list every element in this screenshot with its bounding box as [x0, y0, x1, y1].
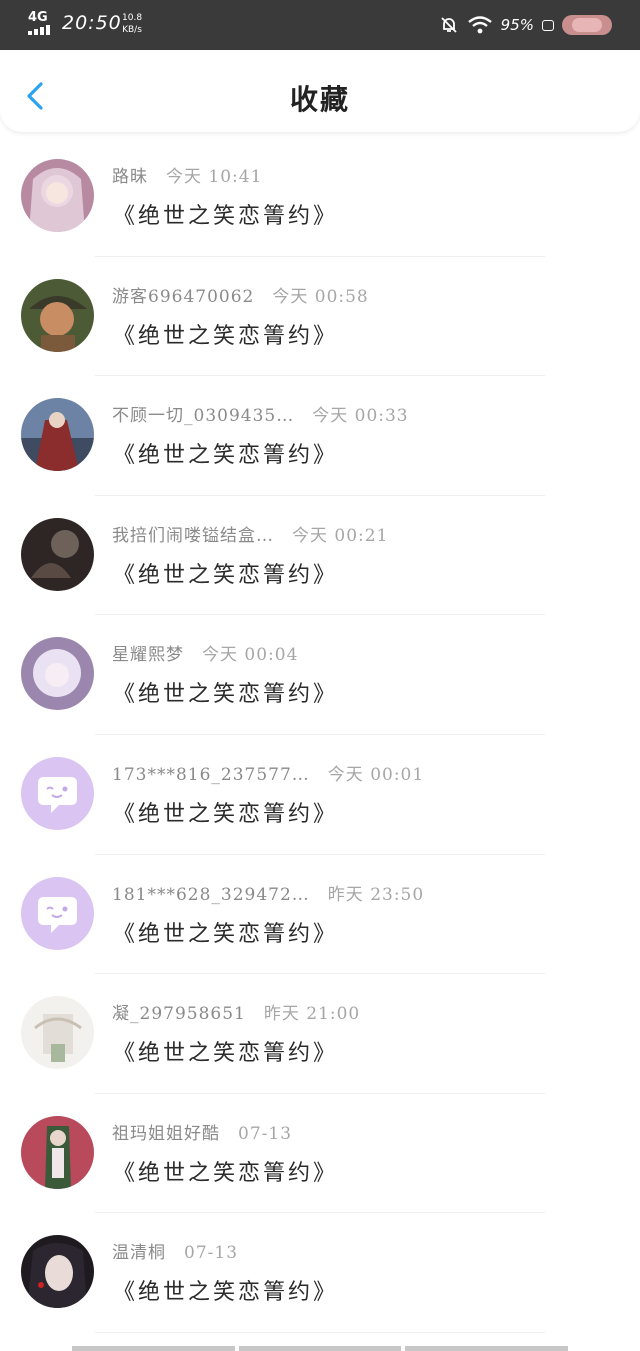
user-name: 温清桐: [112, 1243, 166, 1264]
list-item[interactable]: 祖玛姐姐好酷 07-13 《绝世之笑恋箐约》: [0, 1094, 640, 1214]
user-name: 181***628_329472…: [112, 884, 310, 905]
avatar[interactable]: [21, 517, 94, 591]
list-item[interactable]: 凝_297958651 昨天 21:00 《绝世之笑恋箐约》: [0, 974, 640, 1094]
timestamp: 昨天 23:50: [327, 884, 425, 905]
list-item[interactable]: 温清桐 07-13 《绝世之笑恋箐约》: [0, 1213, 640, 1333]
timestamp: 昨天 21:00: [263, 1004, 361, 1025]
avatar[interactable]: [21, 398, 94, 472]
timestamp: 今天 00:01: [327, 764, 425, 785]
item-meta: 祖玛姐姐好酷 07-13: [112, 1119, 292, 1144]
favorite-title: 《绝世之笑恋箐约》: [113, 204, 339, 229]
item-meta: 凝_297958651 昨天 21:00: [112, 999, 360, 1024]
chat-bubble-default-avatar[interactable]: [21, 876, 94, 950]
user-name: 游客696470062: [112, 286, 255, 307]
favorite-title: 《绝世之笑恋箐约》: [113, 1280, 339, 1306]
timestamp: 今天 10:41: [166, 167, 263, 187]
page-title: 收藏: [289, 83, 350, 116]
timestamp: 07-13: [184, 1243, 239, 1264]
favorite-title: 《绝世之笑恋箐约》: [113, 682, 339, 708]
avatar[interactable]: [21, 1115, 94, 1189]
avatar[interactable]: [21, 996, 94, 1070]
tab-strip-segment: [72, 1346, 235, 1351]
favorite-title: 《绝世之笑恋箐约》: [113, 443, 339, 469]
list-item[interactable]: 173***816_237577… 今天 00:01 《绝世之笑恋箐约》: [0, 735, 640, 855]
user-name: 173***816_237577…: [112, 764, 310, 785]
favorite-title: 《绝世之笑恋箐约》: [113, 1160, 339, 1186]
favorite-title: 《绝世之笑恋箐约》: [113, 921, 339, 947]
status-bar: 4G 20:50 10.8 KB/s 95%: [0, 0, 640, 50]
chat-bubble-default-avatar[interactable]: [21, 756, 94, 830]
signal-icon: [28, 25, 52, 35]
timestamp: 今天 00:04: [202, 645, 299, 666]
list-item[interactable]: 游客696470062 今天 00:58 《绝世之笑恋箐约》: [0, 257, 640, 377]
user-name: 凝_297958651: [112, 1004, 246, 1025]
network-speed-unit: KB/s: [122, 25, 142, 35]
user-name: 祖玛姐姐好酷: [112, 1123, 220, 1144]
item-meta: 173***816_237577… 今天 00:01: [112, 760, 424, 785]
list-item[interactable]: 181***628_329472… 昨天 23:50 《绝世之笑恋箐约》: [0, 855, 640, 975]
favorite-title: 《绝世之笑恋箐约》: [113, 801, 339, 827]
tab-strip-segment: [405, 1346, 569, 1351]
favorite-title: 《绝世之笑恋箐约》: [113, 323, 339, 349]
list-item[interactable]: 我掊们闹喽镒结盒… 今天 00:21 《绝世之笑恋箐约》: [0, 496, 640, 616]
favorite-title: 《绝世之笑恋箐约》: [113, 562, 339, 588]
list-item[interactable]: 不顾一切_0309435… 今天 00:33 《绝世之笑恋箐约》: [0, 376, 640, 496]
list-item[interactable]: 路昧 今天 10:41 《绝世之笑恋箐约》: [0, 137, 640, 257]
item-meta: 温清桐 07-13: [112, 1238, 238, 1263]
user-name: 路昧: [112, 167, 148, 187]
divider: [95, 1331, 545, 1333]
item-meta: 我掊们闹喽镒结盒… 今天 00:21: [112, 521, 388, 546]
nav-header: 收藏: [0, 50, 640, 132]
timestamp: 今天 00:58: [272, 286, 369, 307]
user-name: 不顾一切_0309435…: [112, 406, 295, 427]
mute-bell-icon: [441, 17, 457, 33]
user-name: 星耀熙梦: [112, 645, 184, 666]
cat-icon: [542, 19, 554, 31]
item-meta: 不顾一切_0309435… 今天 00:33: [112, 401, 409, 426]
tab-strip-segment: [238, 1346, 402, 1351]
avatar[interactable]: [21, 159, 94, 232]
timestamp: 今天 00:33: [312, 406, 409, 427]
favorite-title: 《绝世之笑恋箐约》: [113, 1041, 339, 1067]
bottom-tab-strip: [72, 1346, 569, 1351]
battery-icon: [562, 15, 612, 35]
status-right-group: 95%: [439, 12, 612, 38]
network-speed-value: 10.8: [122, 13, 143, 23]
favorites-list: 路昧 今天 10:41 《绝世之笑恋箐约》 游客696470062 今天 00:58…: [0, 137, 640, 1333]
network-type: 4G: [28, 10, 48, 25]
item-meta: 星耀熙梦 今天 00:04: [112, 640, 298, 665]
avatar[interactable]: [21, 278, 94, 352]
timestamp: 今天 00:21: [292, 525, 389, 546]
wifi-icon: [467, 16, 492, 34]
list-item[interactable]: 星耀熙梦 今天 00:04 《绝世之笑恋箐约》: [0, 615, 640, 735]
item-meta: 游客696470062 今天 00:58: [112, 282, 369, 307]
user-name: 我掊们闹喽镒结盒…: [112, 525, 274, 546]
avatar[interactable]: [21, 1235, 94, 1309]
timestamp: 07-13: [238, 1123, 293, 1144]
item-meta: 181***628_329472… 昨天 23:50: [112, 880, 424, 905]
avatar[interactable]: [21, 637, 94, 711]
item-meta: 路昧 今天 10:41: [112, 162, 262, 187]
network-speed: 10.8 KB/s: [122, 12, 142, 36]
battery-percent: 95%: [500, 16, 534, 34]
clock: 20:50: [62, 12, 122, 34]
